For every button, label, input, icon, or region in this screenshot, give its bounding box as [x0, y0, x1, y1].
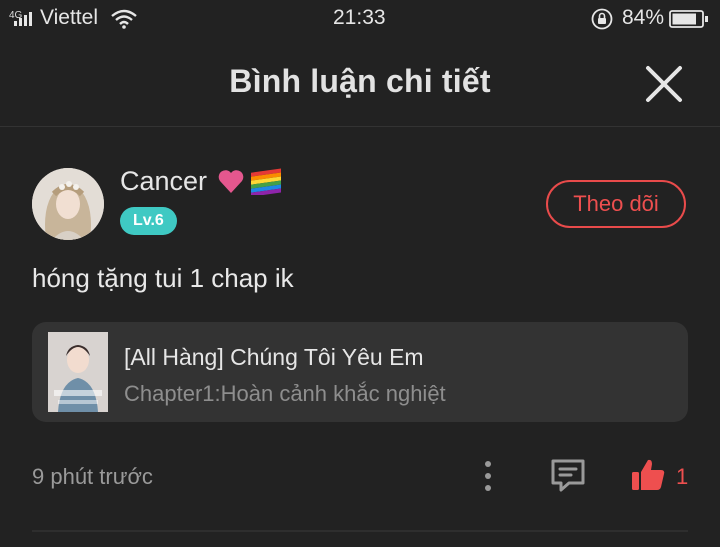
like-count: 1 [676, 464, 689, 489]
username[interactable]: Cancer [120, 166, 207, 197]
divider [32, 530, 688, 532]
page-title: Bình luận chi tiết [229, 63, 491, 99]
battery-icon [669, 10, 708, 28]
more-vertical-icon[interactable] [478, 458, 498, 494]
battery-percent: 84% [622, 6, 665, 29]
comment-icon[interactable] [549, 456, 587, 494]
header: Bình luận chi tiết [0, 38, 720, 127]
follow-button[interactable]: Theo dõi [546, 180, 686, 228]
signal-icon [14, 12, 32, 26]
chapter-series-title: [All Hàng] Chúng Tôi Yêu Em [124, 344, 424, 370]
chapter-card[interactable]: [All Hàng] Chúng Tôi Yêu Em Chapter1:Hoà… [32, 322, 688, 422]
comment-timestamp: 9 phút trước [32, 464, 153, 489]
chapter-cover-image [48, 332, 108, 412]
chapter-name: Chapter1:Hoàn cảnh khắc nghiệt [124, 381, 446, 406]
wifi-icon [111, 9, 137, 29]
clock: 21:33 [333, 6, 386, 29]
avatar[interactable] [32, 168, 104, 240]
level-badge: Lv.6 [120, 207, 177, 235]
heart-icon [218, 170, 244, 193]
rotation-lock-icon [591, 8, 613, 30]
carrier-name: Viettel [40, 6, 98, 29]
avatar-image [32, 168, 104, 240]
close-icon[interactable] [644, 64, 684, 104]
rainbow-flag-icon [251, 168, 282, 195]
comment-text: hóng tặng tui 1 chap ik [32, 263, 294, 293]
status-bar: 4G Viettel 21:33 84% [0, 0, 720, 38]
thumbs-up-icon[interactable] [630, 457, 666, 493]
username-row: Cancer [120, 164, 283, 198]
